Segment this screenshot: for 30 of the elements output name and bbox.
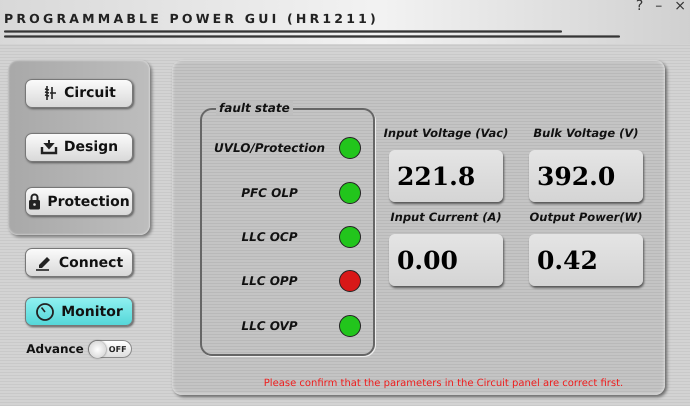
reading-display: 221.8 xyxy=(389,150,503,202)
fault-label: UVLO/Protection xyxy=(212,141,326,156)
connect-button[interactable]: Connect xyxy=(25,248,133,277)
warning-message: Please confirm that the parameters in the Circuit panel are correct first. xyxy=(262,378,624,389)
reading-display: 392.0 xyxy=(529,150,643,202)
nav-button[interactable]: Design xyxy=(25,132,133,162)
coil-icon xyxy=(42,85,58,102)
gauge-icon xyxy=(35,302,56,322)
pencil-icon xyxy=(34,254,53,271)
reading-display: 0.42 xyxy=(529,234,643,286)
reading-display: 0.00 xyxy=(389,234,503,286)
reading-label: Output Power(W) xyxy=(529,210,642,224)
monitor-button[interactable]: Monitor xyxy=(25,297,133,326)
reading-label: Input Voltage (Vac) xyxy=(384,126,508,140)
download-icon xyxy=(40,139,58,156)
reading-label: Bulk Voltage (V) xyxy=(533,126,639,140)
nav-button[interactable]: Circuit xyxy=(25,78,133,108)
lock-icon xyxy=(28,193,42,210)
window-title: PROGRAMMABLE POWER GUI (HR1211) xyxy=(4,11,380,26)
group-title: fault state xyxy=(216,101,293,115)
reading-label: Input Current (A) xyxy=(390,210,502,224)
fault-label: LLC OPP xyxy=(240,274,299,288)
nav-button[interactable]: Protection xyxy=(25,187,133,216)
advance-toggle[interactable]: OFF xyxy=(88,340,132,358)
fault-label: PFC OLP xyxy=(240,186,299,200)
advance-label: Advance xyxy=(26,342,84,356)
fault-label: LLC OCP xyxy=(240,230,299,244)
fault-label: LLC OVP xyxy=(240,318,299,333)
close-button[interactable]: × xyxy=(674,0,686,14)
minimize-button[interactable]: – xyxy=(655,0,662,14)
